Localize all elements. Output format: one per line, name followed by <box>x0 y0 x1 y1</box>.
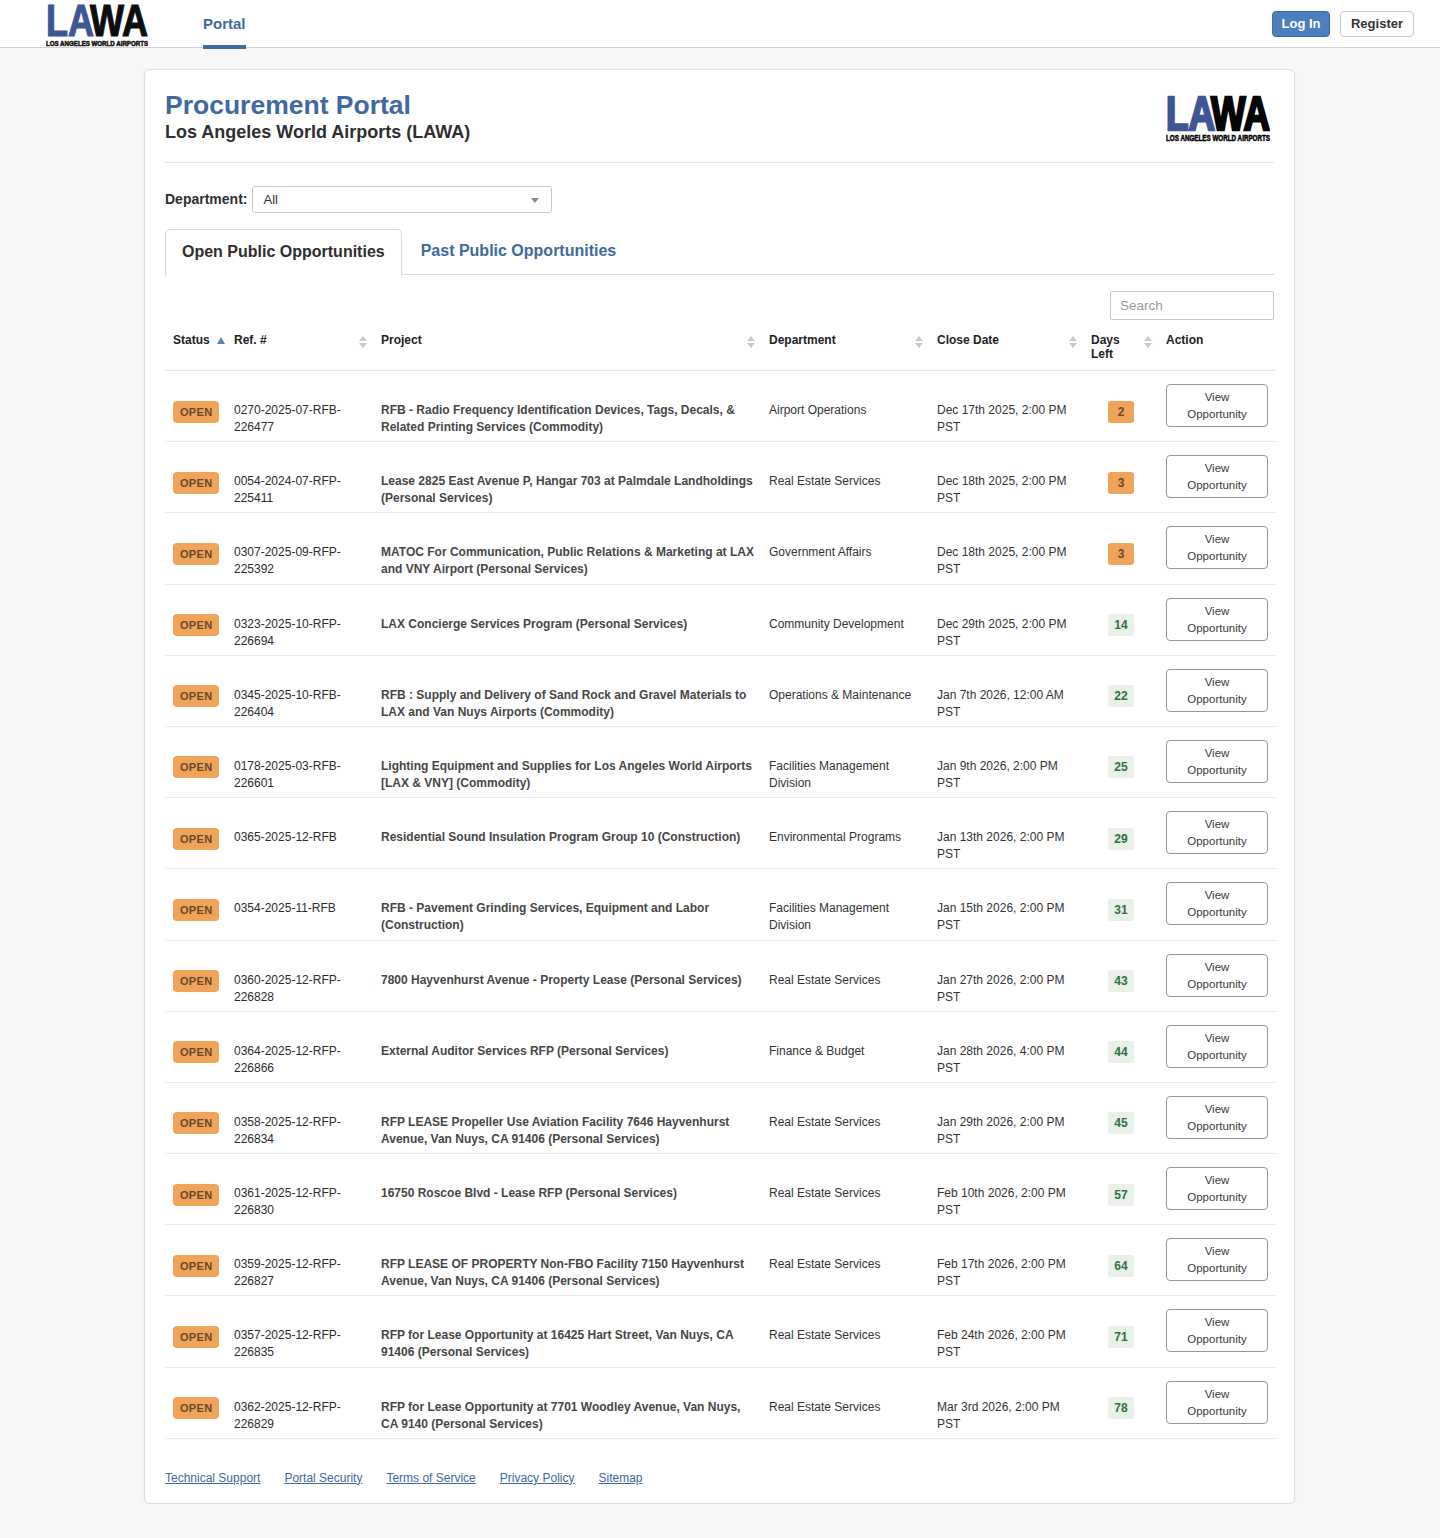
svg-text:WA: WA <box>90 3 148 45</box>
svg-text:LA: LA <box>46 3 94 45</box>
svg-text:LOS ANGELES WORLD AIRPORTS: LOS ANGELES WORLD AIRPORTS <box>1166 133 1270 143</box>
svg-text:LOS ANGELES WORLD AIRPORTS: LOS ANGELES WORLD AIRPORTS <box>46 40 148 47</box>
